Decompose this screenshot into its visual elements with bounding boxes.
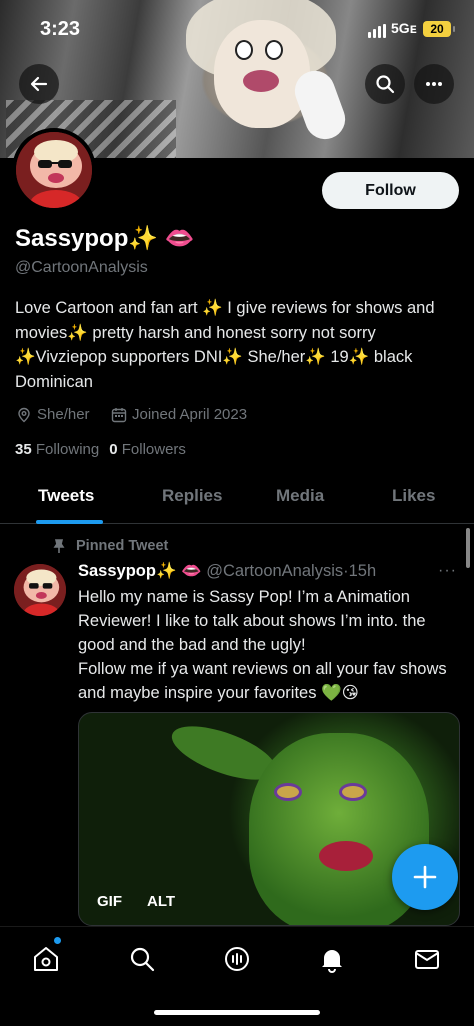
tab-likes[interactable]: Likes (392, 486, 435, 506)
tweet-text: Hello my name is Sassy Pop! I’m a Animat… (78, 588, 447, 702)
scrollbar[interactable] (466, 528, 470, 568)
followers-label: Followers (121, 441, 186, 458)
more-options-button[interactable] (414, 64, 454, 104)
tweet-author-handle[interactable]: @CartoonAnalysis (206, 562, 343, 580)
joined-text: Joined April 2023 (132, 406, 248, 423)
pin-icon (53, 539, 65, 553)
bell-icon (322, 950, 342, 973)
profile-pronouns: She/her (16, 406, 90, 423)
tab-tweets[interactable]: Tweets (38, 486, 94, 506)
status-time: 3:23 (40, 18, 81, 40)
pinned-text: Pinned Tweet (76, 538, 169, 554)
tab-media[interactable]: Media (276, 486, 324, 506)
home-notification-dot (54, 937, 61, 944)
tweet-more-icon[interactable]: ··· (438, 562, 457, 580)
follow-button[interactable]: Follow (322, 172, 459, 209)
profile-display-name: Sassypop✨ 👄 (15, 225, 195, 252)
gremlin-mouth (319, 841, 373, 871)
followers-count: 0 (109, 441, 118, 458)
home-indicator (154, 1010, 320, 1015)
nav-notifications[interactable] (314, 941, 350, 977)
following-count: 35 (15, 441, 32, 458)
banner-lips (243, 70, 279, 92)
arrow-left-icon (30, 76, 48, 92)
profile-avatar[interactable] (12, 128, 96, 212)
nav-search[interactable] (124, 941, 160, 977)
alt-badge[interactable]: ALT (147, 893, 175, 910)
profile-bio: Love Cartoon and fan art ✨ I give review… (15, 299, 435, 391)
plus-icon (413, 865, 437, 889)
gremlin-eye (339, 783, 367, 801)
profile-joined-date: Joined April 2023 (111, 406, 247, 423)
active-tab-indicator (36, 520, 103, 524)
banner-glove (289, 65, 351, 145)
battery-icon: 20 (423, 21, 455, 37)
nav-home[interactable] (28, 941, 64, 977)
tweet-author-name[interactable]: Sassypop✨ 👄 (78, 562, 202, 580)
profile-tabs: Tweets Replies Media Likes (0, 474, 474, 524)
search-icon (376, 75, 395, 94)
search-button[interactable] (365, 64, 405, 104)
follow-counts: 35 Following 0 Followers (15, 441, 186, 458)
search-icon (130, 947, 155, 972)
more-horizontal-icon (426, 82, 442, 86)
nav-messages[interactable] (409, 941, 445, 977)
location-pin-icon (18, 407, 30, 422)
pronouns-text: She/her (37, 406, 90, 423)
tweet-time[interactable]: 15h (349, 562, 377, 580)
pinned-tweet-label: Pinned Tweet (52, 538, 168, 554)
avatar-image (16, 132, 92, 208)
spaces-icon (225, 947, 249, 971)
tweet-header: Sassypop✨ 👄 @CartoonAnalysis·15h (78, 562, 376, 581)
network-type: 5Gᴇ (391, 20, 417, 36)
home-icon (34, 947, 58, 971)
gremlin-eye (274, 783, 302, 801)
status-bar: 3:23 5Gᴇ 20 (0, 0, 474, 56)
nav-spaces[interactable] (219, 941, 255, 977)
tab-replies[interactable]: Replies (162, 486, 222, 506)
followers-link[interactable]: 0 Followers (109, 441, 186, 458)
profile-handle: @CartoonAnalysis (15, 259, 148, 276)
back-button[interactable] (19, 64, 59, 104)
tweet-author-avatar[interactable] (14, 564, 66, 616)
cellular-signal-icon (368, 24, 386, 38)
mail-icon (415, 950, 439, 969)
following-label: Following (35, 441, 100, 458)
compose-tweet-button[interactable] (392, 844, 458, 910)
avatar-image (14, 564, 66, 616)
gif-badge: GIF (97, 893, 122, 910)
calendar-icon (111, 407, 127, 422)
following-link[interactable]: 35 Following (15, 441, 99, 458)
